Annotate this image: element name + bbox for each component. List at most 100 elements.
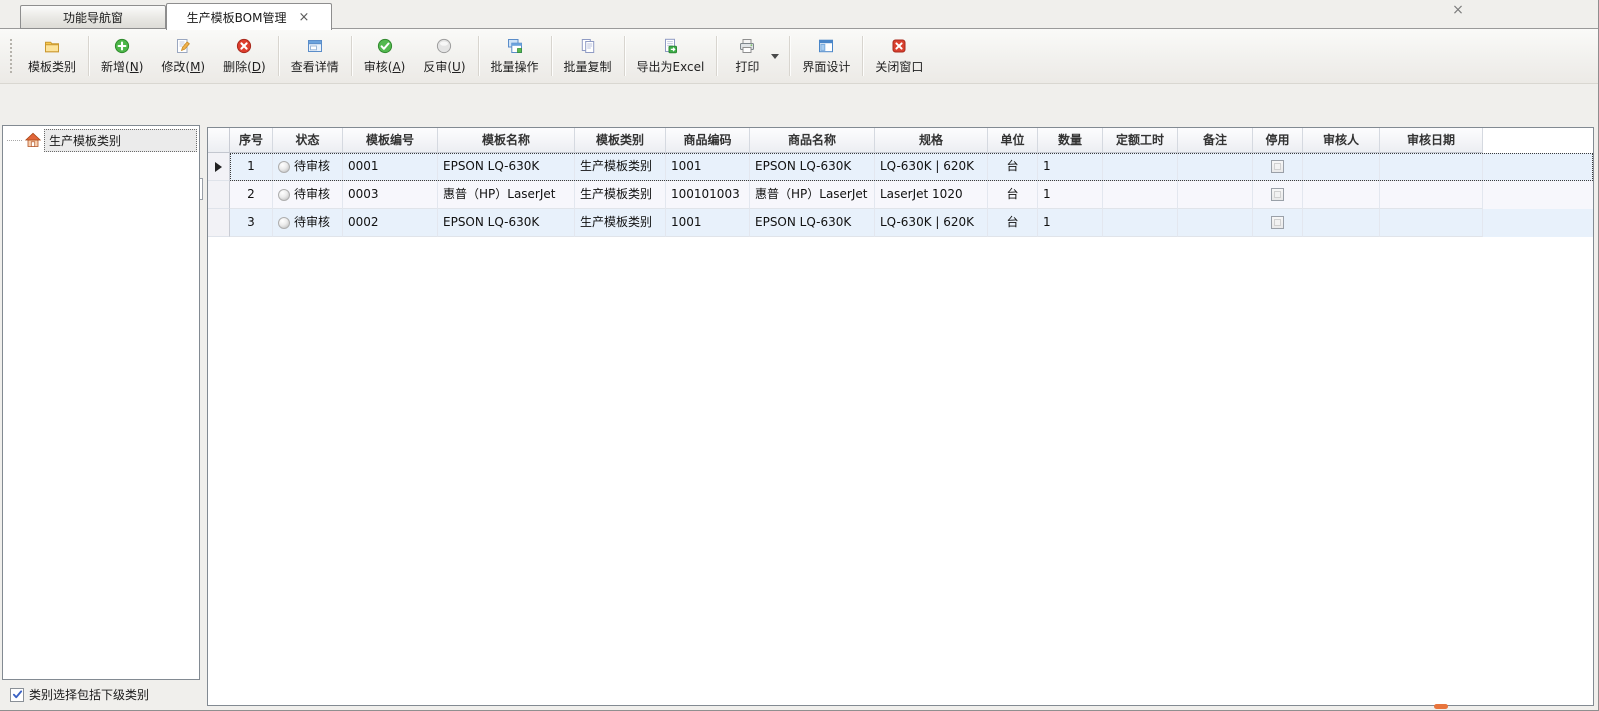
delete-button[interactable]: 删除(D) xyxy=(214,31,275,81)
column-header-qty[interactable]: 数量 xyxy=(1038,128,1103,153)
row-indicator-cell[interactable] xyxy=(208,181,230,209)
print-dropdown-caret-icon[interactable] xyxy=(771,54,779,59)
cell-audit_date[interactable] xyxy=(1380,181,1483,209)
column-header-disabled[interactable]: 停用 xyxy=(1253,128,1303,153)
cell-disabled[interactable] xyxy=(1253,181,1303,209)
cell-hours[interactable] xyxy=(1103,153,1178,181)
cell-product_code[interactable]: 1001 xyxy=(666,209,750,237)
column-header-product_name[interactable]: 商品名称 xyxy=(750,128,875,153)
cell-spec[interactable]: LaserJet 1020 xyxy=(875,181,988,209)
cell-unit[interactable]: 台 xyxy=(988,209,1038,237)
print-icon xyxy=(739,38,755,54)
tab-production-template-bom[interactable]: 生产模板BOM管理 × xyxy=(166,3,332,30)
cell-auditor[interactable] xyxy=(1303,153,1380,181)
column-header-code[interactable]: 模板编号 xyxy=(343,128,438,153)
close-window-button[interactable]: 关闭窗口 xyxy=(866,31,932,81)
toolbar-button-label: 删除(D) xyxy=(223,58,266,75)
cell-qty[interactable]: 1 xyxy=(1038,209,1103,237)
cell-audit_date[interactable] xyxy=(1380,209,1483,237)
column-header-product_code[interactable]: 商品编码 xyxy=(666,128,750,153)
cell-hours[interactable] xyxy=(1103,181,1178,209)
cell-remark[interactable] xyxy=(1178,209,1253,237)
copy-icon xyxy=(580,38,596,54)
tab-function-navigation[interactable]: 功能导航窗 xyxy=(20,5,166,29)
column-header-unit[interactable]: 单位 xyxy=(988,128,1038,153)
cell-unit[interactable]: 台 xyxy=(988,153,1038,181)
cell-seq[interactable]: 3 xyxy=(230,209,273,237)
add-button[interactable]: 新增(N) xyxy=(92,31,152,81)
tree-connector xyxy=(7,140,22,141)
cell-qty[interactable]: 1 xyxy=(1038,153,1103,181)
column-header-seq[interactable]: 序号 xyxy=(230,128,273,153)
cell-qty[interactable]: 1 xyxy=(1038,181,1103,209)
cell-auditor[interactable] xyxy=(1303,209,1380,237)
template-category-button[interactable]: 模板类别 xyxy=(19,31,85,81)
cell-spec[interactable]: LQ-630K | 620K xyxy=(875,153,988,181)
column-header-spec[interactable]: 规格 xyxy=(875,128,988,153)
tab-close-icon[interactable]: × xyxy=(296,11,311,24)
column-header-category[interactable]: 模板类别 xyxy=(575,128,666,153)
toolbar-separator xyxy=(862,36,863,76)
cell-product_code[interactable]: 100101003 xyxy=(666,181,750,209)
cell-status[interactable]: 待审核 xyxy=(273,209,343,237)
column-header-remark[interactable]: 备注 xyxy=(1178,128,1253,153)
cell-category[interactable]: 生产模板类别 xyxy=(575,181,666,209)
grid-resize-nub[interactable] xyxy=(1434,704,1448,709)
cell-category[interactable]: 生产模板类别 xyxy=(575,153,666,181)
row-indicator-cell[interactable] xyxy=(208,209,230,237)
cell-product_code[interactable]: 1001 xyxy=(666,153,750,181)
cell-hours[interactable] xyxy=(1103,209,1178,237)
cell-status[interactable]: 待审核 xyxy=(273,153,343,181)
column-header-hours[interactable]: 定额工时 xyxy=(1103,128,1178,153)
cell-disabled[interactable] xyxy=(1253,153,1303,181)
delete-icon xyxy=(236,38,252,54)
cell-remark[interactable] xyxy=(1178,153,1253,181)
tree-node-label[interactable]: 生产模板类别 xyxy=(44,129,197,152)
column-header-name[interactable]: 模板名称 xyxy=(438,128,575,153)
print-button[interactable]: 打印 xyxy=(720,31,774,81)
cell-name[interactable]: 惠普（HP）LaserJet xyxy=(438,181,575,209)
cell-status[interactable]: 待审核 xyxy=(273,181,343,209)
column-header-auditor[interactable]: 审核人 xyxy=(1303,128,1380,153)
batch-copy-button[interactable]: 批量复制 xyxy=(555,31,621,81)
cell-name[interactable]: EPSON LQ-630K xyxy=(438,209,575,237)
grid-body: 1待审核0001EPSON LQ-630K生产模板类别1001EPSON LQ-… xyxy=(208,153,1593,237)
cell-unit[interactable]: 台 xyxy=(988,181,1038,209)
toolbar-button-label: 修改(M) xyxy=(161,58,205,75)
cell-seq[interactable]: 1 xyxy=(230,153,273,181)
cell-disabled[interactable] xyxy=(1253,209,1303,237)
toolbar-grip[interactable] xyxy=(10,39,13,73)
grid-row[interactable]: 2待审核0003惠普（HP）LaserJet生产模板类别100101003惠普（… xyxy=(208,181,1593,209)
cell-code[interactable]: 0001 xyxy=(343,153,438,181)
include-subcategories-checkbox[interactable] xyxy=(10,688,24,702)
cell-remark[interactable] xyxy=(1178,181,1253,209)
edit-button[interactable]: 修改(M) xyxy=(152,31,214,81)
toolbar-button-label: 批量复制 xyxy=(564,58,612,75)
cell-seq[interactable]: 2 xyxy=(230,181,273,209)
cell-code[interactable]: 0002 xyxy=(343,209,438,237)
window-close-icon[interactable]: × xyxy=(1448,2,1468,18)
toolbar-separator xyxy=(789,36,790,76)
cell-audit_date[interactable] xyxy=(1380,153,1483,181)
view-detail-button[interactable]: 查看详情 xyxy=(282,31,348,81)
batch-operation-button[interactable]: 批量操作 xyxy=(482,31,548,81)
cell-category[interactable]: 生产模板类别 xyxy=(575,209,666,237)
column-header-audit_date[interactable]: 审核日期 xyxy=(1380,128,1483,153)
unapprove-button[interactable]: 反审(U) xyxy=(414,31,474,81)
approve-button[interactable]: 审核(A) xyxy=(355,31,415,81)
cell-product_name[interactable]: EPSON LQ-630K xyxy=(750,209,875,237)
grid-row[interactable]: 3待审核0002EPSON LQ-630K生产模板类别1001EPSON LQ-… xyxy=(208,209,1593,237)
cell-code[interactable]: 0003 xyxy=(343,181,438,209)
ui-design-button[interactable]: 界面设计 xyxy=(793,31,859,81)
cell-auditor[interactable] xyxy=(1303,181,1380,209)
cell-product_name[interactable]: 惠普（HP）LaserJet xyxy=(750,181,875,209)
cell-product_name[interactable]: EPSON LQ-630K xyxy=(750,153,875,181)
column-header-status[interactable]: 状态 xyxy=(273,128,343,153)
cell-name[interactable]: EPSON LQ-630K xyxy=(438,153,575,181)
design-icon xyxy=(818,38,834,54)
export-excel-button[interactable]: 导出为Excel xyxy=(628,31,714,81)
tree-node-root[interactable]: 生产模板类别 xyxy=(7,129,197,151)
row-indicator-cell[interactable] xyxy=(208,153,230,181)
cell-spec[interactable]: LQ-630K | 620K xyxy=(875,209,988,237)
grid-row[interactable]: 1待审核0001EPSON LQ-630K生产模板类别1001EPSON LQ-… xyxy=(208,153,1593,181)
